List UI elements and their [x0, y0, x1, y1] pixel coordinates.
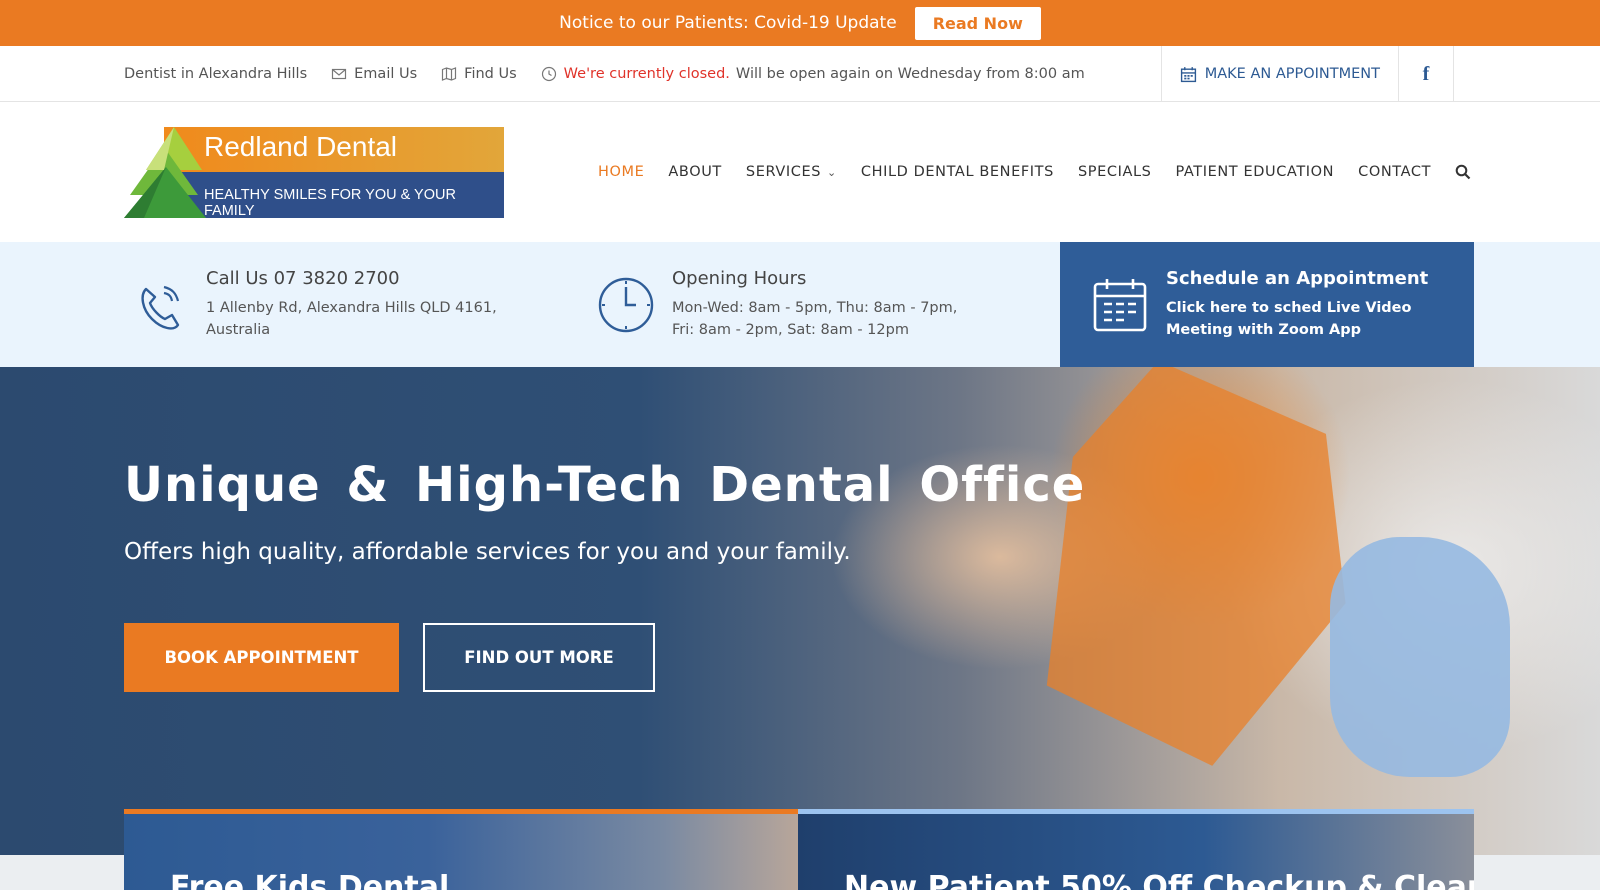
find-us-label: Find Us — [464, 66, 517, 82]
contact-info-strip: Call Us 07 3820 2700 1 Allenby Rd, Alexa… — [0, 242, 1600, 367]
find-out-more-button[interactable]: FIND OUT MORE — [423, 623, 655, 692]
nav-contact[interactable]: CONTACT — [1358, 164, 1431, 180]
make-appointment-link[interactable]: MAKE AN APPOINTMENT — [1160, 46, 1398, 102]
site-header: Redland Dental HEALTHY SMILES FOR YOU & … — [0, 102, 1600, 242]
search-icon[interactable] — [1455, 164, 1471, 180]
hero-subtitle: Offers high quality, affordable services… — [124, 539, 851, 565]
nav-child-dental-benefits[interactable]: CHILD DENTAL BENEFITS — [861, 164, 1054, 180]
read-now-button[interactable]: Read Now — [914, 6, 1041, 40]
nav-about[interactable]: ABOUT — [668, 164, 722, 180]
address-line-2: Australia — [206, 322, 271, 338]
hero-title: Unique & High-Tech Dental Office — [124, 457, 1086, 513]
nav-services[interactable]: SERVICES ⌄ — [746, 164, 837, 180]
promo-card-title: Free Kids Dental — [170, 870, 450, 890]
top-info-bar: Dentist in Alexandra Hills Email Us Find… — [0, 46, 1600, 102]
opening-hours-block: Opening Hours Mon-Wed: 8am - 5pm, Thu: 8… — [596, 242, 957, 367]
schedule-line-1: Click here to sched Live Video — [1166, 300, 1412, 316]
make-appointment-label: MAKE AN APPOINTMENT — [1204, 66, 1380, 82]
calendar-icon — [1093, 278, 1147, 331]
email-us-label: Email Us — [354, 66, 418, 82]
hero-image-glove — [1330, 537, 1510, 777]
clock-icon — [598, 277, 654, 332]
hours-line-2: Fri: 8am - 2pm, Sat: 8am - 12pm — [672, 322, 909, 338]
open-again-text: Will be open again on Wednesday from 8:0… — [735, 66, 1085, 82]
address-line-1: 1 Allenby Rd, Alexandra Hills QLD 4161, — [206, 300, 497, 316]
nav-home[interactable]: HOME — [598, 164, 644, 180]
book-appointment-button[interactable]: BOOK APPOINTMENT — [124, 623, 399, 692]
call-us-title: Call Us 07 3820 2700 — [206, 268, 400, 289]
location-text: Dentist in Alexandra Hills — [124, 66, 308, 82]
schedule-appointment-block[interactable]: Schedule an Appointment Click here to sc… — [1060, 242, 1474, 367]
opening-hours-title: Opening Hours — [672, 268, 807, 289]
promo-card-title: New Patient 50% Off Checkup & Clean — [844, 870, 1474, 890]
map-icon — [442, 67, 457, 81]
email-us-link[interactable]: Email Us — [331, 66, 417, 82]
nav-services-label: SERVICES — [745, 164, 822, 180]
main-nav: HOME ABOUT SERVICES ⌄ CHILD DENTAL BENEFI… — [598, 102, 1471, 242]
opening-status: We're currently closed. Will be open aga… — [541, 66, 1085, 82]
covid-notice-bar: Notice to our Patients: Covid-19 Update … — [0, 0, 1600, 46]
find-us-link[interactable]: Find Us — [441, 66, 517, 82]
chevron-down-icon: ⌄ — [827, 166, 837, 179]
tree-logo-icon — [124, 127, 206, 218]
phone-icon — [141, 285, 180, 330]
facebook-icon[interactable]: f — [1398, 46, 1454, 102]
closed-status: We're currently closed. — [563, 66, 730, 82]
promo-card-new-patient[interactable]: New Patient 50% Off Checkup & Clean — [798, 809, 1474, 890]
logo-name: Redland Dental — [204, 131, 398, 162]
notice-text: Notice to our Patients: Covid-19 Update — [559, 13, 897, 33]
schedule-title: Schedule an Appointment — [1166, 268, 1429, 289]
envelope-icon — [332, 68, 347, 80]
nav-patient-education[interactable]: PATIENT EDUCATION — [1175, 164, 1334, 180]
clock-icon — [541, 66, 556, 82]
site-logo[interactable]: Redland Dental HEALTHY SMILES FOR YOU & … — [124, 125, 504, 220]
hours-line-1: Mon-Wed: 8am - 5pm, Thu: 8am - 7pm, — [672, 300, 958, 316]
schedule-line-2: Meeting with Zoom App — [1166, 322, 1361, 338]
nav-specials[interactable]: SPECIALS — [1078, 164, 1152, 180]
logo-tagline: HEALTHY SMILES FOR YOU & YOUR FAMILY — [204, 187, 456, 219]
promo-card-kids[interactable]: Free Kids Dental — [124, 809, 798, 890]
calendar-icon — [1180, 66, 1196, 82]
call-us-block[interactable]: Call Us 07 3820 2700 1 Allenby Rd, Alexa… — [130, 242, 497, 367]
